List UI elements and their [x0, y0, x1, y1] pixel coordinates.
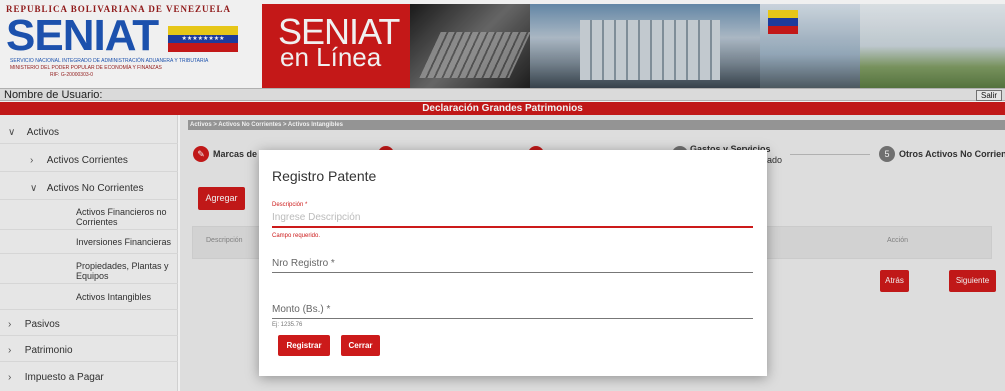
monto-input[interactable]: Monto (Bs.) *	[272, 304, 330, 315]
description-label: Descripción *	[272, 202, 308, 208]
registro-underline	[272, 272, 753, 273]
description-underline	[272, 226, 753, 228]
dialog-title: Registro Patente	[272, 168, 377, 184]
monto-underline	[272, 318, 753, 319]
registro-patente-dialog: Registro Patente Descripción * Ingrese D…	[259, 150, 767, 376]
monto-hint: Ej: 1235.76	[272, 322, 303, 328]
register-button[interactable]: Registrar	[278, 335, 330, 356]
description-input[interactable]: Ingrese Descripción	[272, 211, 753, 225]
registro-input[interactable]: Nro Registro *	[272, 258, 335, 269]
close-button[interactable]: Cerrar	[341, 335, 380, 356]
description-error: Campo requerido.	[272, 233, 321, 239]
